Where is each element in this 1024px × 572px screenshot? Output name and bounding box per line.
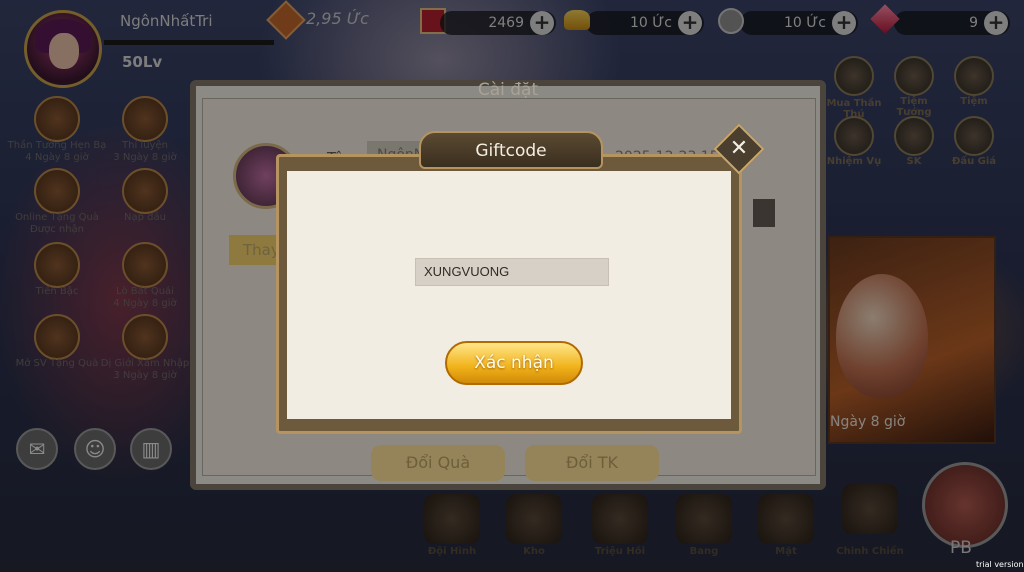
gift-exchange-button[interactable]: Đổi Quà — [371, 445, 505, 481]
settings-title: Cài đặt — [477, 80, 539, 100]
close-icon: ✕ — [729, 136, 749, 161]
giftcode-title-plate: Giftcode — [419, 131, 603, 169]
confirm-button[interactable]: Xác nhận — [445, 341, 583, 385]
giftcode-input[interactable]: XUNGVUONG — [415, 258, 609, 286]
giftcode-body: XUNGVUONG Xác nhận — [287, 171, 731, 419]
watermark: trial version — [976, 560, 1024, 569]
switch-account-button[interactable]: Đổi TK — [525, 445, 659, 481]
giftcode-dialog: XUNGVUONG Xác nhận Giftcode ✕ — [276, 123, 765, 434]
copy-icon[interactable] — [753, 199, 775, 227]
giftcode-title: Giftcode — [475, 141, 547, 161]
